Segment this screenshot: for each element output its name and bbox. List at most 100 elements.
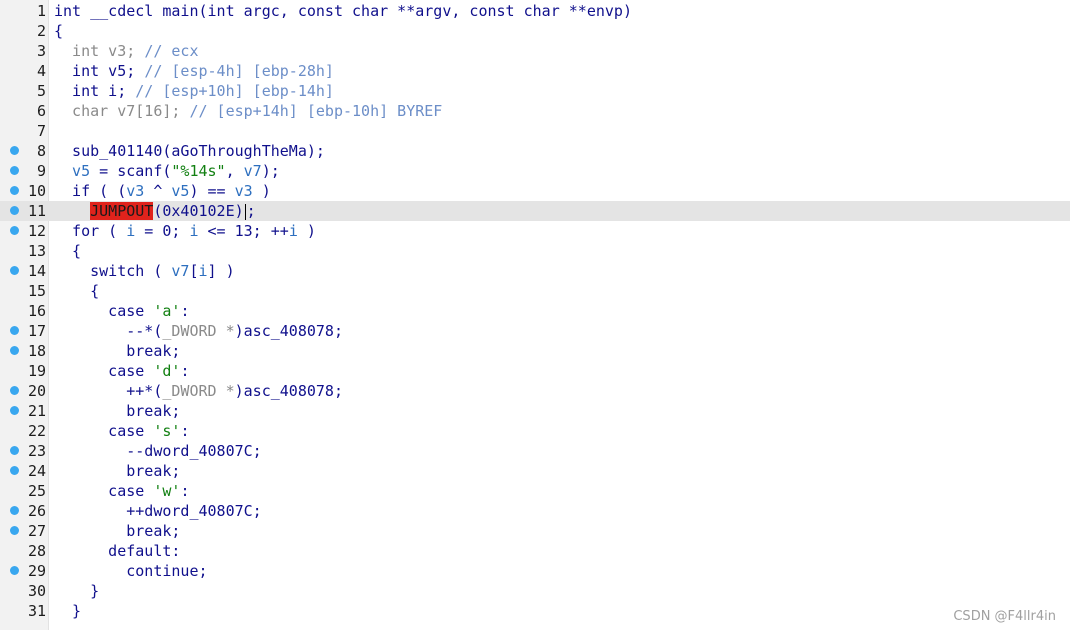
code-token: 'a' bbox=[153, 302, 181, 320]
code-token: <= 13; ++ bbox=[198, 222, 289, 240]
line-number: 29 bbox=[27, 562, 46, 580]
code-line[interactable]: 13 { bbox=[0, 241, 1070, 261]
code-token: "%14s" bbox=[171, 162, 226, 180]
code-token: : bbox=[180, 422, 190, 440]
code-token: break; bbox=[54, 342, 181, 360]
line-number: 8 bbox=[36, 142, 46, 160]
code-line[interactable]: 9 v5 = scanf("%14s", v7); bbox=[0, 161, 1070, 181]
line-number: 24 bbox=[27, 462, 46, 480]
code-line[interactable]: 15 { bbox=[0, 281, 1070, 301]
code-line[interactable]: 21 break; bbox=[0, 401, 1070, 421]
code-line[interactable]: 30 } bbox=[0, 581, 1070, 601]
code-line[interactable]: 10 if ( (v3 ^ v5) == v3 ) bbox=[0, 181, 1070, 201]
code-token: // ecx bbox=[144, 42, 199, 60]
code-line[interactable]: 23 --dword_40807C; bbox=[0, 441, 1070, 461]
code-text: break; bbox=[54, 341, 180, 361]
code-line[interactable]: 11 JUMPOUT(0x40102E); bbox=[0, 201, 1070, 221]
code-token: 'd' bbox=[153, 362, 181, 380]
code-line[interactable]: 2{ bbox=[0, 21, 1070, 41]
code-text: int v3; // ecx bbox=[54, 41, 199, 61]
code-text: case 'd': bbox=[54, 361, 189, 381]
code-token: ^ bbox=[144, 182, 172, 200]
code-token: char v7[16]; bbox=[54, 102, 190, 120]
text-cursor bbox=[244, 203, 246, 220]
line-number: 31 bbox=[27, 602, 46, 620]
code-text: break; bbox=[54, 461, 180, 481]
code-token: case bbox=[54, 302, 154, 320]
watermark: CSDN @F4llr4in bbox=[953, 609, 1056, 624]
code-token: default: bbox=[54, 542, 181, 560]
code-line[interactable]: 7 bbox=[0, 121, 1070, 141]
code-text: break; bbox=[54, 401, 180, 421]
code-text: } bbox=[54, 581, 99, 601]
code-text: case 'a': bbox=[54, 301, 189, 321]
line-number: 13 bbox=[27, 242, 46, 260]
line-number: 16 bbox=[27, 302, 46, 320]
code-line[interactable]: 19 case 'd': bbox=[0, 361, 1070, 381]
code-line[interactable]: 25 case 'w': bbox=[0, 481, 1070, 501]
highlighted-token: JUMPOUT bbox=[90, 202, 154, 220]
code-token: int __cdecl main(int argc, const char **… bbox=[54, 2, 632, 20]
code-line[interactable]: 6 char v7[16]; // [esp+14h] [ebp-10h] BY… bbox=[0, 101, 1070, 121]
code-token: _DWORD * bbox=[162, 322, 235, 340]
code-token: { bbox=[54, 22, 64, 40]
code-text: default: bbox=[54, 541, 180, 561]
code-token: switch ( bbox=[54, 262, 172, 280]
code-token: i bbox=[126, 222, 136, 240]
code-text: if ( (v3 ^ v5) == v3 ) bbox=[54, 181, 271, 201]
line-number: 17 bbox=[27, 322, 46, 340]
code-token: continue; bbox=[54, 562, 208, 580]
code-token: } bbox=[54, 602, 82, 620]
code-line[interactable]: 27 break; bbox=[0, 521, 1070, 541]
code-token: : bbox=[180, 482, 190, 500]
code-line[interactable]: 24 break; bbox=[0, 461, 1070, 481]
code-line[interactable]: 31 } bbox=[0, 601, 1070, 621]
line-number: 3 bbox=[36, 42, 46, 60]
code-line[interactable]: 14 switch ( v7[i] ) bbox=[0, 261, 1070, 281]
code-line[interactable]: 1 int __cdecl main(int argc, const char *… bbox=[0, 1, 1070, 21]
code-token: v5 bbox=[171, 182, 190, 200]
line-number: 12 bbox=[27, 222, 46, 240]
line-number: 27 bbox=[27, 522, 46, 540]
code-line[interactable]: 18 break; bbox=[0, 341, 1070, 361]
code-line[interactable]: 28 default: bbox=[0, 541, 1070, 561]
code-text: switch ( v7[i] ) bbox=[54, 261, 235, 281]
code-token: i bbox=[288, 222, 298, 240]
code-text: { bbox=[54, 281, 99, 301]
code-line[interactable]: 17 --*(_DWORD *)asc_408078; bbox=[0, 321, 1070, 341]
line-number: 1 bbox=[36, 2, 46, 20]
code-token: : bbox=[180, 362, 190, 380]
code-line[interactable]: 16 case 'a': bbox=[0, 301, 1070, 321]
code-token: ) == bbox=[189, 182, 235, 200]
code-token: ++dword_40807C; bbox=[54, 502, 262, 520]
code-token: 's' bbox=[153, 422, 181, 440]
code-line[interactable]: 3 int v3; // ecx bbox=[0, 41, 1070, 61]
code-line[interactable]: 4 int v5; // [esp-4h] [ebp-28h] bbox=[0, 61, 1070, 81]
code-text: char v7[16]; // [esp+14h] [ebp-10h] BYRE… bbox=[54, 101, 442, 121]
code-line[interactable]: 22 case 's': bbox=[0, 421, 1070, 441]
code-token: int v5; bbox=[54, 62, 145, 80]
code-line[interactable]: 12 for ( i = 0; i <= 13; ++i ) bbox=[0, 221, 1070, 241]
line-number: 10 bbox=[27, 182, 46, 200]
code-line[interactable]: 8 sub_401140(aGoThroughTheMa); bbox=[0, 141, 1070, 161]
line-number: 7 bbox=[36, 122, 46, 140]
code-token: case bbox=[54, 362, 154, 380]
code-token: break; bbox=[54, 522, 181, 540]
code-text: int v5; // [esp-4h] [ebp-28h] bbox=[54, 61, 334, 81]
code-text: break; bbox=[54, 521, 180, 541]
code-line[interactable]: 5 int i; // [esp+10h] [ebp-14h] bbox=[0, 81, 1070, 101]
code-line[interactable]: 20 ++*(_DWORD *)asc_408078; bbox=[0, 381, 1070, 401]
code-text: ++dword_40807C; bbox=[54, 501, 262, 521]
code-line[interactable]: 29 continue; bbox=[0, 561, 1070, 581]
code-token: v5 bbox=[54, 162, 91, 180]
code-text: case 'w': bbox=[54, 481, 189, 501]
line-number: 23 bbox=[27, 442, 46, 460]
line-number: 22 bbox=[27, 422, 46, 440]
code-line[interactable]: 26 ++dword_40807C; bbox=[0, 501, 1070, 521]
code-token: { bbox=[54, 282, 100, 300]
code-token: ) bbox=[297, 222, 316, 240]
code-token: --*( bbox=[54, 322, 163, 340]
line-number: 11 bbox=[27, 202, 46, 220]
code-text: } bbox=[54, 601, 81, 621]
code-token: )asc_408078; bbox=[234, 382, 343, 400]
